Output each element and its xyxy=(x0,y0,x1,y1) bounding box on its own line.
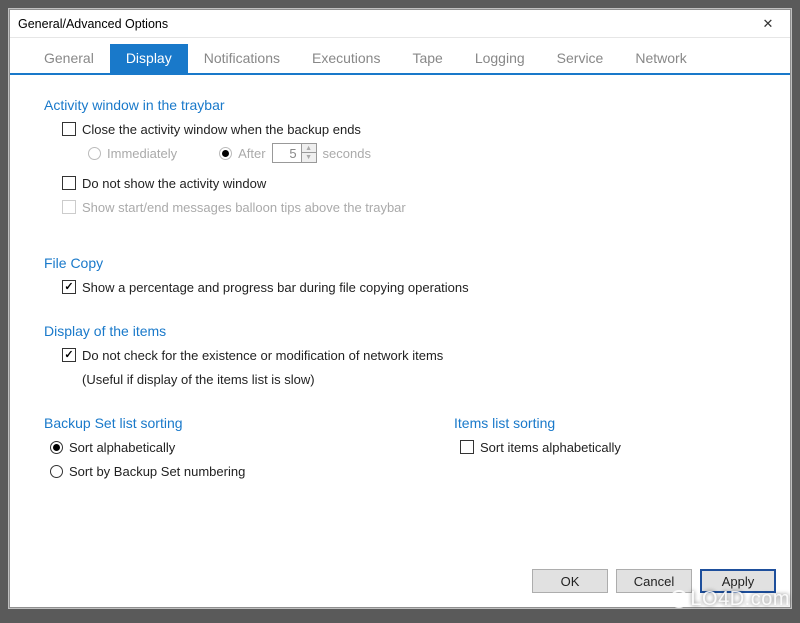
label-items-sort-alpha: Sort items alphabetically xyxy=(480,440,621,455)
apply-button[interactable]: Apply xyxy=(700,569,776,593)
tab-tape[interactable]: Tape xyxy=(396,44,458,73)
section-activity: Activity window in the traybar Close the… xyxy=(44,97,762,217)
titlebar: General/Advanced Options ✕ xyxy=(10,10,790,38)
row-no-check-network: Do not check for the existence or modifi… xyxy=(62,345,762,365)
tab-general[interactable]: General xyxy=(28,44,110,73)
label-no-check-network: Do not check for the existence or modifi… xyxy=(82,348,443,363)
label-sort-alpha: Sort alphabetically xyxy=(69,440,175,455)
tab-strip: General Display Notifications Executions… xyxy=(10,38,790,75)
options-dialog: General/Advanced Options ✕ General Displ… xyxy=(9,9,791,608)
seconds-input[interactable] xyxy=(273,144,301,162)
tab-network[interactable]: Network xyxy=(619,44,702,73)
row-note: (Useful if display of the items list is … xyxy=(82,369,762,389)
checkbox-do-not-show[interactable] xyxy=(62,176,76,190)
checkbox-filecopy-progress[interactable] xyxy=(62,280,76,294)
row-balloon-tips: Show start/end messages balloon tips abo… xyxy=(62,197,762,217)
spinner-up-icon[interactable]: ▲ xyxy=(302,144,316,153)
label-sort-numbering: Sort by Backup Set numbering xyxy=(69,464,245,479)
radio-immediately[interactable] xyxy=(88,147,101,160)
label-balloon-tips: Show start/end messages balloon tips abo… xyxy=(82,200,406,215)
radio-after[interactable] xyxy=(219,147,232,160)
tab-logging[interactable]: Logging xyxy=(459,44,541,73)
tab-service[interactable]: Service xyxy=(541,44,620,73)
checkbox-close-when-ends[interactable] xyxy=(62,122,76,136)
sorting-columns: Backup Set list sorting Sort alphabetica… xyxy=(44,415,762,485)
col-items-sort: Items list sorting Sort items alphabetic… xyxy=(454,415,704,485)
items-sort-title: Items list sorting xyxy=(454,415,704,431)
display-items-title: Display of the items xyxy=(44,323,762,339)
checkbox-balloon-tips[interactable] xyxy=(62,200,76,214)
label-do-not-show: Do not show the activity window xyxy=(82,176,266,191)
row-timing: Immediately After ▲ ▼ seconds xyxy=(88,143,762,163)
radio-sort-numbering[interactable] xyxy=(50,465,63,478)
window-title: General/Advanced Options xyxy=(18,17,750,31)
tab-display[interactable]: Display xyxy=(110,44,188,73)
close-icon: ✕ xyxy=(763,16,774,32)
row-items-sort-alpha: Sort items alphabetically xyxy=(460,437,704,457)
content-area: Activity window in the traybar Close the… xyxy=(10,75,790,561)
checkbox-items-sort-alpha[interactable] xyxy=(460,440,474,454)
row-close-when-ends: Close the activity window when the backu… xyxy=(62,119,762,139)
tab-notifications[interactable]: Notifications xyxy=(188,44,296,73)
label-seconds: seconds xyxy=(323,146,371,161)
radio-sort-alpha[interactable] xyxy=(50,441,63,454)
backup-sort-title: Backup Set list sorting xyxy=(44,415,294,431)
note-display-items: (Useful if display of the items list is … xyxy=(82,372,315,387)
label-after: After xyxy=(238,146,265,161)
ok-button[interactable]: OK xyxy=(532,569,608,593)
checkbox-no-check-network[interactable] xyxy=(62,348,76,362)
filecopy-title: File Copy xyxy=(44,255,762,271)
tab-executions[interactable]: Executions xyxy=(296,44,396,73)
row-sort-numbering: Sort by Backup Set numbering xyxy=(50,461,294,481)
button-bar: OK Cancel Apply xyxy=(10,561,790,607)
row-do-not-show: Do not show the activity window xyxy=(62,173,762,193)
activity-title: Activity window in the traybar xyxy=(44,97,762,113)
row-filecopy-progress: Show a percentage and progress bar durin… xyxy=(62,277,762,297)
section-filecopy: File Copy Show a percentage and progress… xyxy=(44,255,762,297)
label-filecopy-progress: Show a percentage and progress bar durin… xyxy=(82,280,469,295)
label-close-when-ends: Close the activity window when the backu… xyxy=(82,122,361,137)
seconds-spinner[interactable]: ▲ ▼ xyxy=(272,143,317,163)
label-immediately: Immediately xyxy=(107,146,177,161)
row-sort-alpha: Sort alphabetically xyxy=(50,437,294,457)
outer-frame: General/Advanced Options ✕ General Displ… xyxy=(8,8,792,609)
close-button[interactable]: ✕ xyxy=(750,13,786,35)
cancel-button[interactable]: Cancel xyxy=(616,569,692,593)
col-backup-sort: Backup Set list sorting Sort alphabetica… xyxy=(44,415,294,485)
spinner-down-icon[interactable]: ▼ xyxy=(302,153,316,162)
section-display-items: Display of the items Do not check for th… xyxy=(44,323,762,389)
